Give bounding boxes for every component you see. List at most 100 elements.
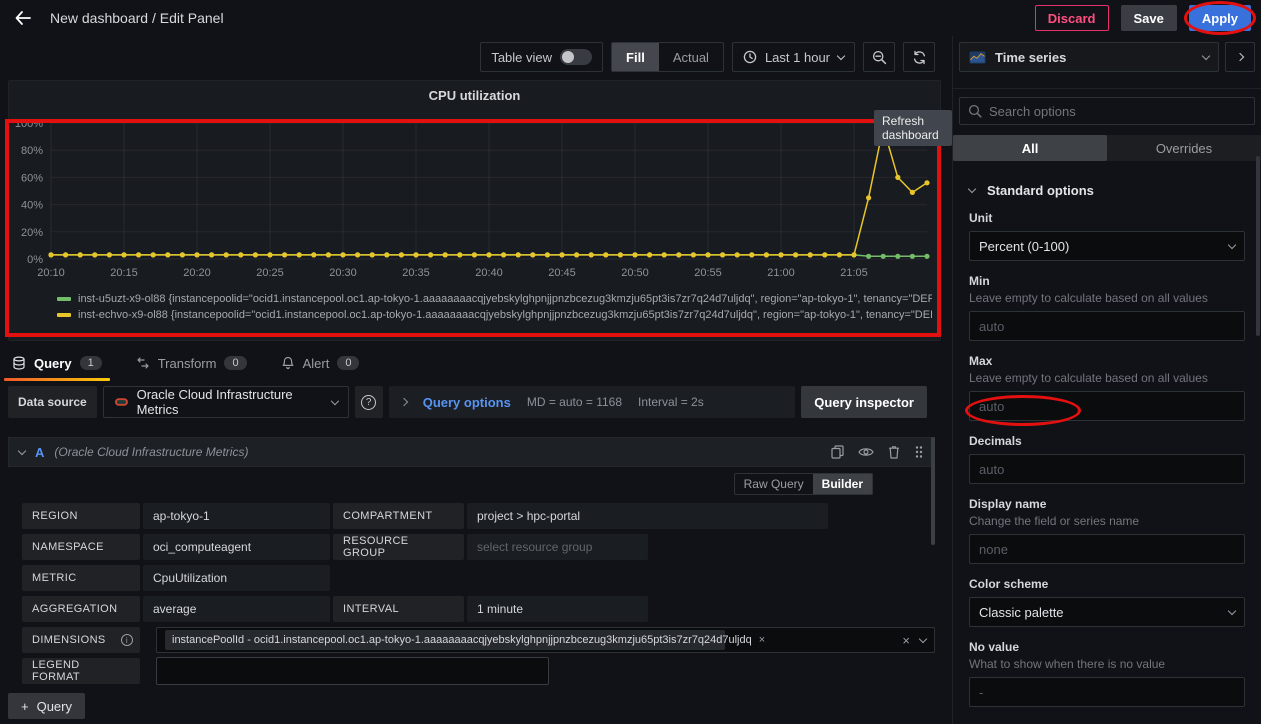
aggregation-value[interactable]: average xyxy=(143,596,330,622)
tab-alert[interactable]: Alert 0 xyxy=(277,348,364,378)
tab-transform-count: 0 xyxy=(224,356,246,370)
add-query-label: Query xyxy=(37,699,72,714)
actual-option[interactable]: Actual xyxy=(659,43,723,71)
back-button[interactable] xyxy=(10,5,36,31)
zoom-out-button[interactable] xyxy=(863,42,895,72)
dimensions-label-text: DIMENSIONS xyxy=(32,634,106,646)
tab-overrides[interactable]: Overrides xyxy=(1107,135,1261,161)
duplicate-icon[interactable] xyxy=(831,445,844,459)
metric-value[interactable]: CpuUtilization xyxy=(143,565,330,591)
legend-format-input[interactable] xyxy=(156,657,549,685)
standard-options-title: Standard options xyxy=(987,183,1094,198)
min-input[interactable] xyxy=(969,311,1245,341)
dimensions-select[interactable]: instancePoolId - ocid1.instancepool.oc1.… xyxy=(156,627,935,653)
namespace-value[interactable]: oci_computeagent xyxy=(143,534,330,560)
query-row-actions xyxy=(831,445,924,459)
dimensions-label: DIMENSIONS i xyxy=(22,627,140,653)
plus-icon: + xyxy=(21,699,29,714)
no-value-description: What to show when there is no value xyxy=(969,657,1245,671)
tab-all-options[interactable]: All xyxy=(953,135,1107,161)
svg-text:20:35: 20:35 xyxy=(402,267,430,279)
svg-text:100%: 100% xyxy=(15,118,43,130)
field-row: LEGEND FORMAT xyxy=(22,658,935,684)
compartment-value[interactable]: project > hpc-portal xyxy=(467,503,828,529)
clear-all-icon[interactable]: × xyxy=(902,633,910,648)
chevron-down-icon[interactable] xyxy=(919,634,927,642)
display-name-input[interactable] xyxy=(969,534,1245,564)
table-view-toggle[interactable]: Table view xyxy=(480,42,603,72)
dimension-chip: instancePoolId - ocid1.instancepool.oc1.… xyxy=(165,630,725,650)
builder-option[interactable]: Builder xyxy=(813,474,872,494)
query-row-header[interactable]: A (Oracle Cloud Infrastructure Metrics) xyxy=(8,437,935,467)
toggle-viz-picker-button[interactable] xyxy=(1225,42,1255,72)
query-inspector-button[interactable]: Query inspector xyxy=(801,386,927,418)
time-series-icon xyxy=(969,51,986,64)
tab-alert-label: Alert xyxy=(303,356,330,371)
svg-text:20:20: 20:20 xyxy=(183,267,211,279)
svg-text:20:40: 20:40 xyxy=(475,267,503,279)
svg-text:20:55: 20:55 xyxy=(694,267,722,279)
top-header: New dashboard / Edit Panel Discard Save … xyxy=(0,0,1261,36)
legend-series-name: inst-u5uzt-x9-ol88 {instancepoolid="ocid… xyxy=(78,293,932,305)
table-view-switch[interactable] xyxy=(560,49,592,65)
interval-value[interactable]: 1 minute xyxy=(467,596,648,622)
eye-icon[interactable] xyxy=(858,446,874,458)
query-mode-toggle: Raw Query Builder xyxy=(734,473,873,495)
grafana-edit-panel-screen: New dashboard / Edit Panel Discard Save … xyxy=(0,0,1261,724)
tab-query[interactable]: Query 1 xyxy=(8,348,106,378)
datasource-picker[interactable]: Oracle Cloud Infrastructure Metrics xyxy=(103,386,349,418)
time-range-picker[interactable]: Last 1 hour xyxy=(732,42,855,72)
page-title: New dashboard / Edit Panel xyxy=(50,10,224,26)
drag-handle-icon[interactable] xyxy=(914,445,924,459)
color-scheme-select[interactable]: Classic palette xyxy=(969,597,1245,627)
max-input[interactable] xyxy=(969,391,1245,421)
save-button[interactable]: Save xyxy=(1121,5,1177,31)
datasource-name: Oracle Cloud Infrastructure Metrics xyxy=(137,387,324,417)
discard-button[interactable]: Discard xyxy=(1035,5,1109,31)
chevron-right-icon xyxy=(399,398,407,406)
apply-button[interactable]: Apply xyxy=(1189,5,1251,31)
legend-item[interactable]: inst-echvo-x9-ol88 {instancepoolid="ocid… xyxy=(57,307,932,323)
max-description: Leave empty to calculate based on all va… xyxy=(969,371,1245,385)
table-view-label: Table view xyxy=(491,50,552,65)
chevron-down-icon xyxy=(331,396,339,404)
tab-transform[interactable]: Transform 0 xyxy=(132,348,251,378)
unit-select[interactable]: Percent (0-100) xyxy=(969,231,1245,261)
database-icon xyxy=(12,356,26,370)
sidebar-scrollbar[interactable] xyxy=(1256,156,1260,336)
region-value[interactable]: ap-tokyo-1 xyxy=(143,503,330,529)
legend-item[interactable]: inst-u5uzt-x9-ol88 {instancepoolid="ocid… xyxy=(57,291,932,307)
resource-group-value[interactable]: select resource group xyxy=(467,534,648,560)
options-search[interactable] xyxy=(959,97,1255,125)
svg-text:20:45: 20:45 xyxy=(548,267,576,279)
svg-text:20%: 20% xyxy=(21,227,43,239)
no-value-input[interactable] xyxy=(969,677,1245,707)
raw-query-option[interactable]: Raw Query xyxy=(735,474,813,494)
remove-dimension-icon[interactable]: × xyxy=(759,634,765,646)
query-datasource-name: (Oracle Cloud Infrastructure Metrics) xyxy=(54,445,248,459)
transform-icon xyxy=(136,356,150,370)
series-color-dash xyxy=(57,297,71,301)
collapse-chevron-icon[interactable] xyxy=(18,446,26,454)
fill-option[interactable]: Fill xyxy=(612,43,659,71)
datasource-help-button[interactable]: ? xyxy=(355,386,383,418)
options-search-input[interactable] xyxy=(989,104,1246,119)
decimals-input[interactable] xyxy=(969,454,1245,484)
editor-scrollbar[interactable] xyxy=(931,437,935,545)
refresh-button[interactable] xyxy=(903,42,935,72)
time-range-label: Last 1 hour xyxy=(765,50,830,65)
svg-text:20:10: 20:10 xyxy=(37,267,65,279)
visualization-picker[interactable]: Time series xyxy=(959,42,1219,72)
interval-text: Interval = 2s xyxy=(638,395,704,409)
query-editor-card: A (Oracle Cloud Infrastructure Metrics) xyxy=(8,437,935,689)
query-options-link[interactable]: Query options xyxy=(423,395,511,410)
time-series-chart[interactable]: 0%20%40%60%80%100%20:1020:1520:2020:2520… xyxy=(11,111,936,287)
add-query-button[interactable]: + Query xyxy=(8,693,85,719)
region-label: REGION xyxy=(22,503,140,529)
decimals-label: Decimals xyxy=(969,434,1245,448)
standard-options-section-header[interactable]: Standard options xyxy=(969,183,1245,198)
editor-tabs: Query 1 Transform 0 Alert 0 xyxy=(8,348,363,378)
trash-icon[interactable] xyxy=(888,445,900,459)
chevron-down-icon xyxy=(1202,51,1210,59)
legend-format-label: LEGEND FORMAT xyxy=(22,658,140,684)
